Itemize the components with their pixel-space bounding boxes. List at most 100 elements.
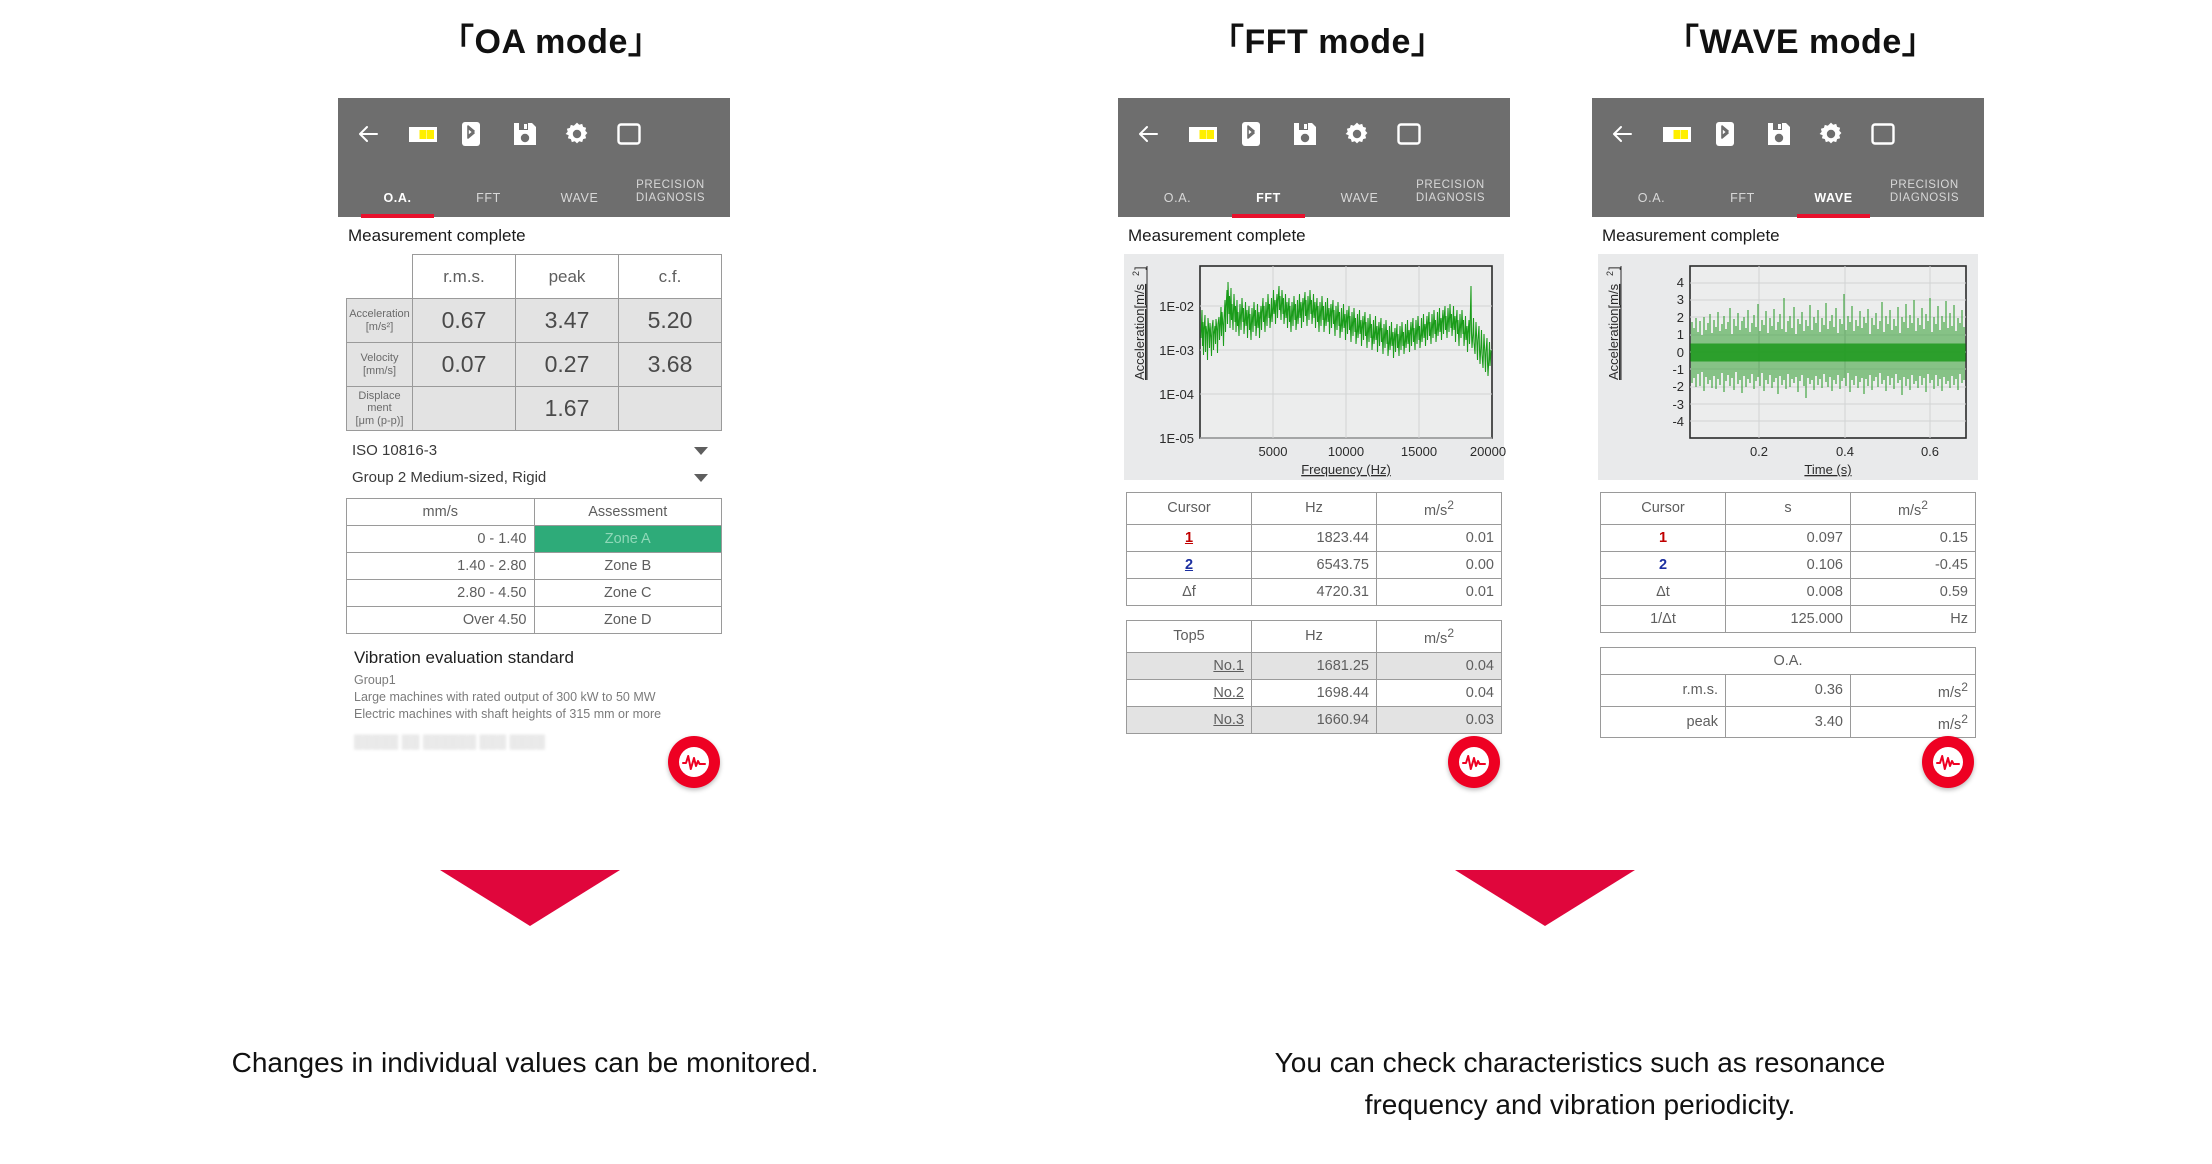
fft-spectrum-chart[interactable]: 1E-02 1E-03 1E-04 1E-05 5000 10000 15000… bbox=[1124, 254, 1506, 480]
tab-precision-diagnosis[interactable]: PRECISION DIAGNOSIS bbox=[1405, 179, 1496, 212]
tab-oa[interactable]: O.A. bbox=[1606, 191, 1697, 212]
settings-gear-icon[interactable] bbox=[1344, 121, 1370, 147]
right-caption-line1: You can check characteristics such as re… bbox=[1274, 1047, 1886, 1078]
wave-cursor2-label[interactable]: 2 bbox=[1600, 550, 1726, 579]
battery-icon[interactable] bbox=[1188, 121, 1217, 147]
wave-appbar-icon-row bbox=[1606, 112, 1970, 156]
zone-range-d: Over 4.50 bbox=[346, 606, 535, 634]
fft-top5-no3-hz: 1660.94 bbox=[1251, 705, 1377, 734]
save-icon[interactable] bbox=[1292, 121, 1318, 147]
battery-icon[interactable] bbox=[1662, 121, 1691, 147]
stop-square-icon[interactable] bbox=[616, 121, 642, 147]
fft-cursor-col-hz: Hz bbox=[1250, 492, 1377, 525]
bluetooth-icon[interactable] bbox=[460, 121, 486, 147]
tab-fft[interactable]: FFT bbox=[1223, 191, 1314, 218]
wave-oa-peak-value: 3.40 bbox=[1725, 705, 1851, 739]
zone-label-b: Zone B bbox=[533, 552, 722, 580]
wave-oa-rms-value: 0.36 bbox=[1725, 673, 1851, 707]
vibration-standard-line2: Electric machines with shaft heights of … bbox=[354, 706, 662, 721]
label-line2: [μm (p-p)] bbox=[355, 414, 404, 427]
stop-square-icon[interactable] bbox=[1870, 121, 1896, 147]
bottom-fade-mask bbox=[338, 820, 730, 858]
table-header-row: mm/s Assessment bbox=[346, 498, 722, 526]
wave-cursor1-amp: 0.15 bbox=[1849, 523, 1977, 552]
measure-fab-button[interactable] bbox=[1922, 736, 1974, 788]
bluetooth-icon[interactable] bbox=[1240, 121, 1266, 147]
svg-text:4: 4 bbox=[1677, 275, 1684, 290]
back-arrow-icon[interactable] bbox=[1610, 121, 1636, 147]
vibration-standard-group: Group1 bbox=[354, 673, 396, 687]
fft-status-text: Measurement complete bbox=[1128, 226, 1306, 245]
wave-oa-table: O.A. r.m.s. 0.36 m/s2 peak 3.40 m/s2 bbox=[1600, 646, 1976, 739]
label-line1: Acceleration bbox=[349, 307, 410, 320]
measure-fab-button[interactable] bbox=[1448, 736, 1500, 788]
svg-text:0: 0 bbox=[1677, 345, 1684, 360]
wave-appbar: O.A. FFT WAVE PRECISION DIAGNOSIS bbox=[1592, 98, 1984, 218]
stop-square-icon[interactable] bbox=[1396, 121, 1422, 147]
group-select[interactable]: Group 2 Medium-sized, Rigid bbox=[346, 469, 722, 496]
svg-text:]: ] bbox=[1132, 266, 1147, 270]
group-select-value: Group 2 Medium-sized, Rigid bbox=[352, 469, 547, 486]
wave-tabbar: O.A. FFT WAVE PRECISION DIAGNOSIS bbox=[1606, 162, 1970, 218]
right-caption-line2: frequency and vibration periodicity. bbox=[1364, 1089, 1796, 1120]
oa-vel-rms: 0.07 bbox=[412, 342, 516, 387]
waveform-icon bbox=[1459, 747, 1489, 777]
fft-appbar-icon-row bbox=[1132, 112, 1496, 156]
wave-inv-delta-t-unit: Hz bbox=[1849, 604, 1977, 633]
measure-fab-button[interactable] bbox=[668, 736, 720, 788]
right-down-arrow-icon bbox=[1455, 870, 1635, 935]
label-line2: [m/s²] bbox=[365, 320, 394, 333]
vibration-standard-title: Vibration evaluation standard bbox=[354, 648, 574, 667]
svg-text:15000: 15000 bbox=[1401, 444, 1437, 459]
tab-fft[interactable]: FFT bbox=[443, 191, 534, 212]
oa-mode-screen: O.A. FFT WAVE PRECISION DIAGNOSIS Measur… bbox=[338, 98, 730, 858]
oa-vel-peak: 0.27 bbox=[515, 342, 619, 387]
fft-top5-no3-label[interactable]: No.3 bbox=[1126, 705, 1252, 734]
wave-cursor-table: Cursor s m/s2 1 0.097 0.15 2 0.106 -0.45… bbox=[1600, 492, 1977, 633]
wave-oa-header: O.A. bbox=[1600, 646, 1976, 675]
fft-top5-col-hz: Hz bbox=[1251, 619, 1377, 653]
back-arrow-icon[interactable] bbox=[1136, 121, 1162, 147]
fft-cursor2-label[interactable]: 2 bbox=[1126, 550, 1252, 579]
standard-select[interactable]: ISO 10816-3 bbox=[346, 431, 722, 469]
tab-wave[interactable]: WAVE bbox=[1788, 191, 1879, 218]
settings-gear-icon[interactable] bbox=[564, 121, 590, 147]
wave-timeseries-chart[interactable]: 4 3 2 1 0 -1 -2 -3 -4 0.2 0.4 0.6 Accele… bbox=[1598, 254, 1978, 480]
svg-text:10000: 10000 bbox=[1328, 444, 1364, 459]
table-row: No.3 1660.94 0.03 bbox=[1126, 705, 1502, 734]
tab-precision-diagnosis[interactable]: PRECISION DIAGNOSIS bbox=[625, 179, 716, 212]
fft-top5-no3-amp: 0.03 bbox=[1376, 705, 1502, 734]
fft-cursor-col-amp: m/s2 bbox=[1375, 492, 1503, 525]
oa-zone-table: mm/s Assessment 0 - 1.40 Zone A 1.40 - 2… bbox=[346, 498, 722, 634]
save-icon[interactable] bbox=[1766, 121, 1792, 147]
svg-text:Acceleration[m/s: Acceleration[m/s bbox=[1606, 283, 1621, 380]
table-header-row: r.m.s. peak c.f. bbox=[347, 254, 722, 299]
bluetooth-icon[interactable] bbox=[1714, 121, 1740, 147]
fft-top5-col-amp: m/s2 bbox=[1376, 619, 1502, 653]
table-row: 2.80 - 4.50 Zone C bbox=[346, 579, 722, 607]
save-icon[interactable] bbox=[512, 121, 538, 147]
settings-gear-icon[interactable] bbox=[1818, 121, 1844, 147]
wave-cursor1-label[interactable]: 1 bbox=[1600, 523, 1726, 552]
wave-cursor1-s: 0.097 bbox=[1724, 523, 1851, 552]
tab-wave[interactable]: WAVE bbox=[534, 191, 625, 212]
tab-oa[interactable]: O.A. bbox=[1132, 191, 1223, 212]
table-row: 2 0.106 -0.45 bbox=[1600, 550, 1977, 579]
fft-top5-no1-label[interactable]: No.1 bbox=[1126, 651, 1252, 680]
fft-top5-no2-amp: 0.04 bbox=[1376, 678, 1502, 707]
svg-text:1E-05: 1E-05 bbox=[1159, 431, 1194, 446]
tab-precision-diagnosis[interactable]: PRECISION DIAGNOSIS bbox=[1879, 179, 1970, 212]
zone-range-b: 1.40 - 2.80 bbox=[346, 552, 535, 580]
vibration-standard-line1: Large machines with rated output of 300 … bbox=[354, 689, 656, 704]
tab-fft[interactable]: FFT bbox=[1697, 191, 1788, 212]
fft-cursor1-label[interactable]: 1 bbox=[1126, 523, 1252, 552]
svg-text:Frequency (Hz): Frequency (Hz) bbox=[1301, 462, 1391, 477]
label-line2: [mm/s] bbox=[363, 364, 396, 377]
bottom-fade-mask bbox=[1592, 820, 1984, 858]
tab-wave[interactable]: WAVE bbox=[1314, 191, 1405, 212]
tab-oa[interactable]: O.A. bbox=[352, 191, 443, 218]
battery-icon[interactable] bbox=[408, 121, 437, 147]
back-arrow-icon[interactable] bbox=[356, 121, 382, 147]
fft-top5-no2-label[interactable]: No.2 bbox=[1126, 678, 1252, 707]
svg-text:1E-02: 1E-02 bbox=[1159, 299, 1194, 314]
